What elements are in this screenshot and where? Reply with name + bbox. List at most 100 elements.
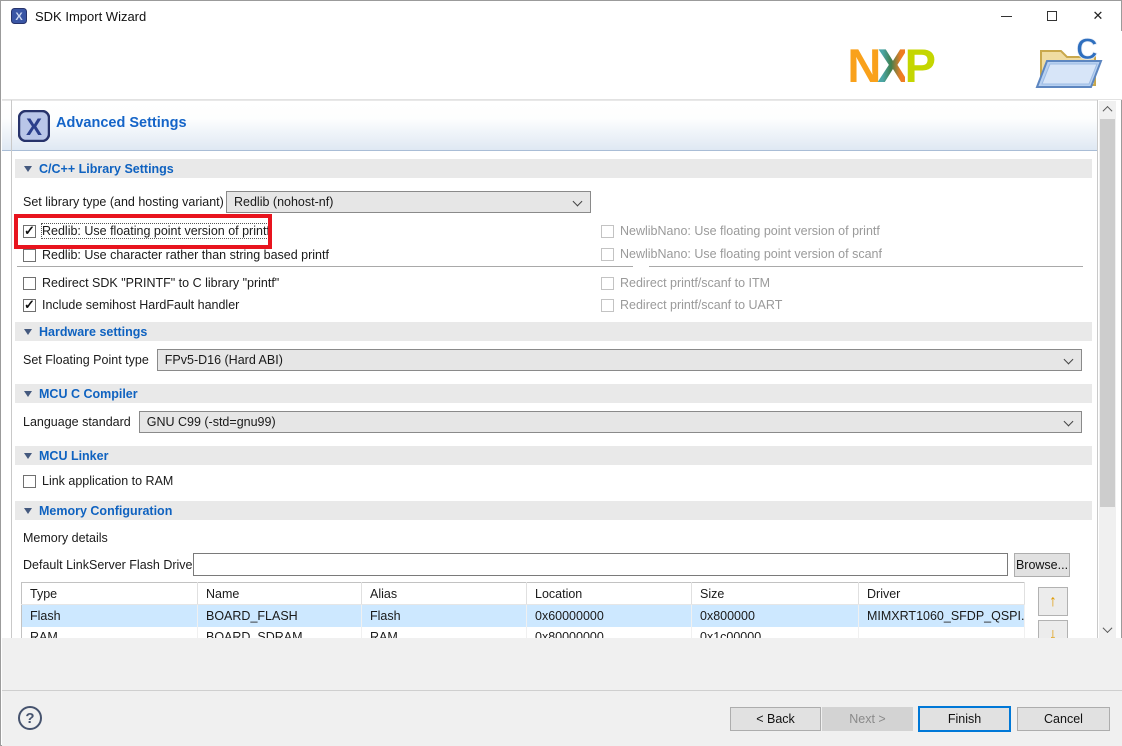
checkbox-redirect-uart[interactable]: Redirect printf/scanf to UART xyxy=(601,298,782,312)
cell-size: 0x800000 xyxy=(692,605,859,627)
title-bar[interactable]: X SDK Import Wizard ✕ xyxy=(1,1,1121,31)
cancel-button[interactable]: Cancel xyxy=(1017,707,1110,731)
floating-point-value: FPv5-D16 (Hard ABI) xyxy=(165,353,283,367)
window-title: SDK Import Wizard xyxy=(35,9,146,24)
column-header-size[interactable]: Size xyxy=(692,583,859,605)
checkbox-label: NewlibNano: Use floating point version o… xyxy=(620,224,880,238)
checkbox-label: Include semihost HardFault handler xyxy=(42,298,239,312)
collapse-arrow-icon xyxy=(24,166,32,172)
lower-strip xyxy=(2,638,1122,690)
column-header-location[interactable]: Location xyxy=(527,583,692,605)
move-down-button[interactable]: ↓ xyxy=(1038,620,1068,638)
memory-table: Type Name Alias Location Size Driver Fla… xyxy=(21,582,1025,638)
section-title: MCU C Compiler xyxy=(39,387,138,401)
checkbox-box xyxy=(23,299,36,312)
checkbox-newlibnano-float-scanf[interactable]: NewlibNano: Use floating point version o… xyxy=(601,247,882,261)
cell-type: Flash xyxy=(22,605,198,627)
c-project-folder-icon: C xyxy=(1035,33,1107,95)
library-type-combo[interactable]: Redlib (nohost-nf) xyxy=(226,191,591,213)
column-header-name[interactable]: Name xyxy=(198,583,362,605)
move-up-button[interactable]: ↑ xyxy=(1038,587,1068,616)
section-mcu-linker[interactable]: MCU Linker xyxy=(15,446,1092,465)
cell-location: 0x60000000 xyxy=(527,605,692,627)
vertical-scrollbar[interactable] xyxy=(1099,101,1116,638)
close-button[interactable]: ✕ xyxy=(1075,1,1121,31)
minimize-button[interactable] xyxy=(983,1,1029,31)
chevron-down-icon xyxy=(573,197,583,207)
table-row-flash[interactable]: Flash BOARD_FLASH Flash 0x60000000 0x800… xyxy=(22,605,1025,627)
checkbox-link-application-to-ram[interactable]: Link application to RAM xyxy=(23,474,173,488)
language-standard-combo[interactable]: GNU C99 (-std=gnu99) xyxy=(139,411,1082,433)
chevron-down-icon xyxy=(1103,623,1113,633)
wizard-banner: X Advanced Settings xyxy=(2,100,1097,151)
cell-driver xyxy=(859,627,1025,639)
next-button[interactable]: Next > xyxy=(822,707,913,731)
chevron-up-icon xyxy=(1103,106,1113,116)
scroll-down-button[interactable] xyxy=(1099,621,1116,638)
move-up-icon: ↑ xyxy=(1049,593,1057,611)
library-type-value: Redlib (nohost-nf) xyxy=(234,195,333,209)
back-button[interactable]: < Back xyxy=(730,707,821,731)
browse-button[interactable]: Browse... xyxy=(1014,553,1070,577)
collapse-arrow-icon xyxy=(24,453,32,459)
flash-driver-label: Default LinkServer Flash Driver xyxy=(23,558,197,572)
section-title: MCU Linker xyxy=(39,449,108,463)
help-button[interactable]: ? xyxy=(18,706,42,730)
maximize-button[interactable] xyxy=(1029,1,1075,31)
scrollbar-thumb[interactable] xyxy=(1100,119,1115,507)
checkbox-newlibnano-float-printf[interactable]: NewlibNano: Use floating point version o… xyxy=(601,224,880,238)
page-title: Advanced Settings xyxy=(56,115,187,131)
finish-button[interactable]: Finish xyxy=(918,706,1011,732)
settings-content: C/C++ Library Settings Set library type … xyxy=(12,152,1097,638)
minimize-icon xyxy=(1001,16,1012,17)
checkbox-label: NewlibNano: Use floating point version o… xyxy=(620,247,882,261)
cell-alias: RAM xyxy=(362,627,527,639)
section-memory-configuration[interactable]: Memory Configuration xyxy=(15,501,1092,520)
library-type-label: Set library type (and hosting variant) xyxy=(23,195,224,209)
column-header-type[interactable]: Type xyxy=(22,583,198,605)
divider xyxy=(17,266,633,267)
section-mcu-c-compiler[interactable]: MCU C Compiler xyxy=(15,384,1092,403)
floating-point-combo[interactable]: FPv5-D16 (Hard ABI) xyxy=(157,349,1082,371)
svg-text:X: X xyxy=(26,114,42,141)
checkbox-redirect-sdk-printf[interactable]: Redirect SDK "PRINTF" to C library "prin… xyxy=(23,276,279,290)
divider xyxy=(649,266,1083,267)
checkbox-box xyxy=(23,475,36,488)
divider xyxy=(11,100,12,638)
checkbox-label: Redlib: Use character rather than string… xyxy=(42,248,329,262)
checkbox-redirect-itm[interactable]: Redirect printf/scanf to ITM xyxy=(601,276,770,290)
cell-type: RAM xyxy=(22,627,198,639)
section-title: Memory Configuration xyxy=(39,504,172,518)
close-icon: ✕ xyxy=(1093,8,1104,24)
section-hardware-settings[interactable]: Hardware settings xyxy=(15,322,1092,341)
checkbox-redlib-char-printf[interactable]: Redlib: Use character rather than string… xyxy=(23,248,329,262)
section-title: Hardware settings xyxy=(39,325,147,339)
cell-size: 0x1c00000 xyxy=(692,627,859,639)
move-down-icon: ↓ xyxy=(1049,626,1057,639)
divider xyxy=(1097,100,1098,638)
header-band: NXP C xyxy=(2,31,1122,100)
scroll-up-button[interactable] xyxy=(1099,101,1116,118)
app-x-icon: X xyxy=(11,8,27,24)
svg-text:X: X xyxy=(15,11,23,23)
checkbox-include-semihost-hardfault[interactable]: Include semihost HardFault handler xyxy=(23,298,239,312)
nxp-letter-x: X xyxy=(877,39,904,92)
section-library-settings[interactable]: C/C++ Library Settings xyxy=(15,159,1092,178)
highlight-annotation xyxy=(14,214,272,249)
memory-details-label: Memory details xyxy=(23,531,108,545)
column-header-driver[interactable]: Driver xyxy=(859,583,1025,605)
cell-alias: Flash xyxy=(362,605,527,627)
maximize-icon xyxy=(1047,11,1057,21)
table-header-row: Type Name Alias Location Size Driver xyxy=(22,583,1025,605)
cell-name: BOARD_FLASH xyxy=(198,605,362,627)
flash-driver-input[interactable] xyxy=(193,553,1008,576)
cell-name: BOARD_SDRAM xyxy=(198,627,362,639)
checkbox-label: Redirect printf/scanf to UART xyxy=(620,298,782,312)
column-header-alias[interactable]: Alias xyxy=(362,583,527,605)
floating-point-label: Set Floating Point type xyxy=(23,353,149,367)
sdk-import-wizard-dialog: X SDK Import Wizard ✕ NXP C X Advanced S… xyxy=(0,0,1122,746)
checkbox-box xyxy=(601,277,614,290)
checkbox-box xyxy=(601,299,614,312)
table-row-ram[interactable]: RAM BOARD_SDRAM RAM 0x80000000 0x1c00000 xyxy=(22,627,1025,639)
section-title: C/C++ Library Settings xyxy=(39,162,174,176)
